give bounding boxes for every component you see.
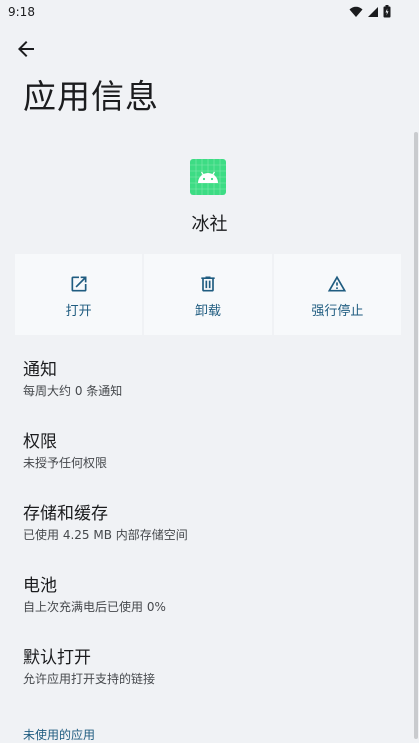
list-item-subtitle: 允许应用打开支持的链接: [23, 672, 156, 686]
open-button[interactable]: 打开: [15, 254, 143, 335]
list-item-subtitle: 每周大约 0 条通知: [23, 384, 123, 398]
app-icon: [190, 159, 226, 195]
list-item-open-by-default[interactable]: 默认打开 允许应用打开支持的链接: [23, 646, 403, 718]
unused-apps-section-header: 未使用的应用: [23, 728, 96, 742]
list-item-title: 电池: [23, 576, 57, 596]
settings-list: 通知 每周大约 0 条通知 权限 未授予任何权限 存储和缓存 已使用 4.25 …: [23, 358, 403, 718]
list-item-subtitle: 已使用 4.25 MB 内部存储空间: [23, 528, 188, 542]
open-button-label: 打开: [65, 304, 92, 319]
force-stop-button[interactable]: 强行停止: [273, 254, 401, 335]
list-item-title: 权限: [23, 432, 57, 452]
list-item-battery[interactable]: 电池 自上次充满电后已使用 0%: [23, 574, 403, 646]
status-time: 9:18: [8, 5, 35, 19]
list-item-title: 存储和缓存: [23, 504, 108, 524]
app-name: 冰社: [191, 214, 228, 235]
page-title: 应用信息: [23, 77, 159, 116]
list-item-storage[interactable]: 存储和缓存 已使用 4.25 MB 内部存储空间: [23, 502, 403, 574]
status-icons: [349, 5, 391, 18]
uninstall-button-label: 卸载: [194, 304, 221, 319]
warning-icon: [328, 275, 347, 292]
list-item-notifications[interactable]: 通知 每周大约 0 条通知: [23, 358, 403, 430]
list-item-permissions[interactable]: 权限 未授予任何权限: [23, 430, 403, 502]
cellular-signal-icon: [368, 6, 378, 17]
open-in-new-icon: [71, 276, 87, 292]
scrollbar[interactable]: [414, 132, 418, 739]
force-stop-button-label: 强行停止: [311, 304, 364, 319]
status-bar: 9:18: [0, 0, 419, 24]
action-buttons: 打开 卸载 强行停止: [15, 254, 401, 335]
android-icon: [190, 159, 226, 195]
list-item-title: 通知: [23, 360, 57, 380]
list-item-subtitle: 未授予任何权限: [23, 456, 108, 470]
arrow-back-icon: [18, 41, 34, 57]
uninstall-button[interactable]: 卸载: [144, 254, 272, 335]
trash-icon: [201, 276, 215, 292]
wifi-icon: [349, 6, 363, 17]
back-button[interactable]: [14, 37, 38, 61]
list-item-subtitle: 自上次充满电后已使用 0%: [23, 600, 166, 614]
battery-icon: [383, 5, 391, 18]
list-item-title: 默认打开: [23, 648, 91, 668]
